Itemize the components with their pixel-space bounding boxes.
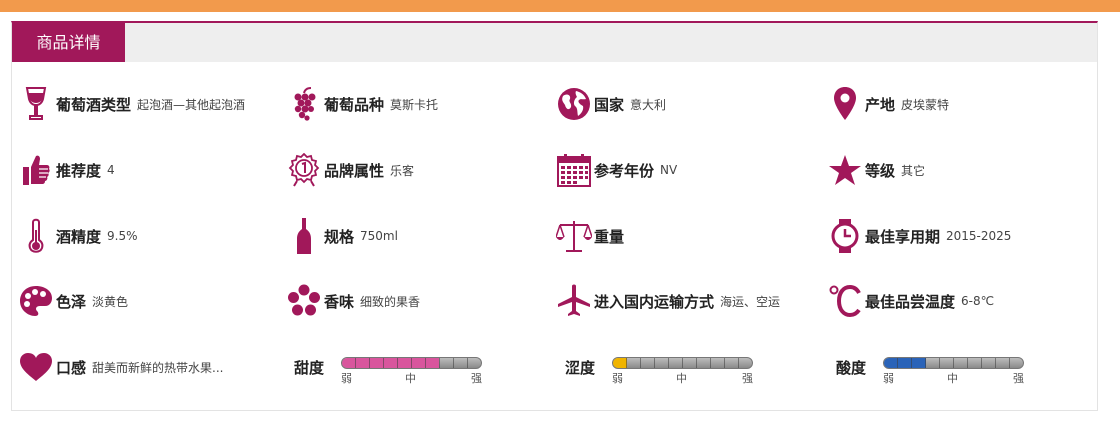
attr-label: 最佳享用期: [865, 227, 941, 246]
attr-value: 海运、空运: [720, 294, 781, 309]
attr-label: 品牌属性: [324, 161, 385, 180]
attr-taste: 口感 甜美而新鲜的热带水果...: [18, 345, 223, 389]
attr-color: 色泽 淡黄色: [18, 279, 128, 323]
attr-value: 6-8℃: [961, 294, 995, 308]
attr-label: 重量: [594, 227, 625, 246]
attr-wine-type: 葡萄酒类型 起泡酒—其他起泡酒: [18, 82, 245, 126]
attr-serving-temp: 最佳品尝温度 6-8℃: [827, 279, 994, 323]
attr-country: 国家 意大利: [556, 82, 666, 126]
attr-value: 2015-2025: [946, 229, 1012, 243]
attr-drinking-window: 最佳享用期 2015-2025: [827, 214, 1011, 258]
meter-label: 涩度: [565, 358, 596, 377]
product-details-panel: 商品详情 葡萄酒类型 起泡酒—其他起泡酒 葡萄品种 莫斯卡托 国家 意大利 产地…: [11, 21, 1098, 411]
scale-weak: 弱: [612, 372, 623, 385]
attr-label: 等级: [865, 161, 896, 180]
attr-value: 细致的果香: [360, 294, 421, 309]
attr-grade: 等级 其它: [827, 148, 925, 192]
star-icon: [827, 150, 863, 190]
meter-scale: 弱 中 强: [883, 370, 1024, 385]
scale-icon: [556, 216, 592, 256]
medal-icon: [286, 150, 322, 190]
attr-label: 葡萄酒类型: [56, 95, 132, 114]
meter-scale: 弱 中 强: [341, 370, 482, 385]
attr-shipping: 进入国内运输方式 海运、空运: [556, 279, 780, 323]
scale-strong: 强: [742, 372, 753, 385]
meter-label: 酸度: [836, 358, 867, 377]
watch-icon: [827, 216, 863, 256]
meter-track: [341, 357, 482, 369]
scale-strong: 强: [471, 372, 482, 385]
attr-vintage: 参考年份 NV: [556, 148, 677, 192]
tab-bar: 商品详情: [12, 23, 1097, 62]
attr-label: 参考年份: [594, 161, 655, 180]
attr-label: 色泽: [56, 292, 87, 311]
meter-label: 甜度: [294, 358, 325, 377]
scale-medium: 中: [947, 372, 958, 385]
thumbs-up-icon: [18, 150, 54, 190]
grape-icon: [286, 84, 322, 124]
attr-label: 口感: [56, 358, 87, 377]
meter-acidity-label-cell: 酸度: [836, 345, 866, 389]
celsius-icon: [827, 281, 863, 321]
attr-value: 750ml: [360, 229, 398, 243]
scale-weak: 弱: [883, 372, 894, 385]
globe-icon: [556, 84, 592, 124]
attr-label: 进入国内运输方式: [594, 292, 715, 311]
heart-icon: [18, 347, 54, 387]
attr-grape-variety: 葡萄品种 莫斯卡托: [286, 82, 438, 126]
attr-weight: 重量: [556, 214, 630, 258]
attr-value: 其它: [901, 163, 926, 178]
attr-value: 9.5%: [107, 229, 138, 243]
attr-label: 推荐度: [56, 161, 102, 180]
attr-value: 起泡酒—其他起泡酒: [137, 97, 246, 112]
attr-recommendation: 推荐度 4: [18, 148, 115, 192]
calendar-icon: [556, 150, 592, 190]
scale-weak: 弱: [341, 372, 352, 385]
attr-value: 莫斯卡托: [390, 97, 439, 112]
attr-volume: 规格 750ml: [286, 214, 398, 258]
meter-track: [883, 357, 1024, 369]
wine-glass-icon: [18, 84, 54, 124]
attr-value: 4: [107, 163, 115, 177]
attr-value: 淡黄色: [92, 294, 129, 309]
thermometer-icon: [18, 216, 54, 256]
attr-label: 最佳品尝温度: [865, 292, 956, 311]
meter-scale: 弱 中 强: [612, 370, 753, 385]
flower-icon: [286, 281, 322, 321]
attr-alcohol: 酒精度 9.5%: [18, 214, 138, 258]
attr-label: 产地: [865, 95, 896, 114]
attr-label: 香味: [324, 292, 355, 311]
attr-value: 甜美而新鲜的热带水果...: [92, 360, 224, 375]
meter-track: [612, 357, 753, 369]
attr-value: 乐客: [390, 163, 415, 178]
attr-label: 葡萄品种: [324, 95, 385, 114]
scale-medium: 中: [405, 372, 416, 385]
tab-product-details[interactable]: 商品详情: [12, 23, 125, 62]
attr-aroma: 香味 细致的果香: [286, 279, 420, 323]
attr-label: 国家: [594, 95, 625, 114]
attr-label: 规格: [324, 227, 355, 246]
palette-icon: [18, 281, 54, 321]
attr-label: 酒精度: [56, 227, 102, 246]
bottle-icon: [286, 216, 322, 256]
attr-value: 意大利: [630, 97, 667, 112]
meter-astringency-label-cell: 涩度: [565, 345, 595, 389]
top-accent-bar: [0, 0, 1120, 12]
meter-sweetness-label-cell: 甜度: [294, 345, 324, 389]
scale-strong: 强: [1013, 372, 1024, 385]
scale-medium: 中: [676, 372, 687, 385]
attr-origin: 产地 皮埃蒙特: [827, 82, 949, 126]
location-pin-icon: [827, 84, 863, 124]
attr-value: NV: [660, 163, 678, 177]
airplane-icon: [556, 281, 592, 321]
attr-value: 皮埃蒙特: [901, 97, 950, 112]
attr-brand: 品牌属性 乐客: [286, 148, 414, 192]
